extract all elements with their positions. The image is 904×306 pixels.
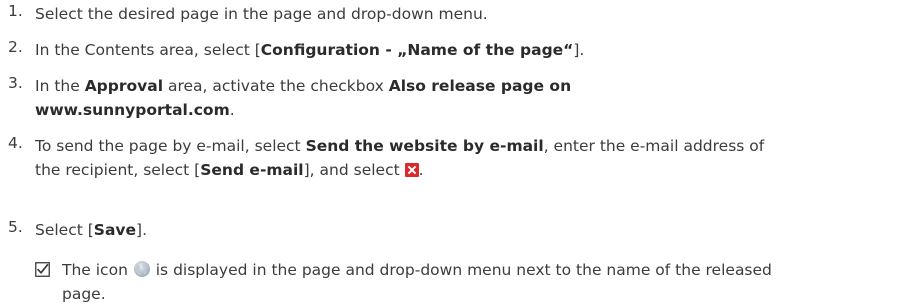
step-5-text-pre: Select [ xyxy=(35,221,94,239)
step-4-line2-pre: the recipient, select [ xyxy=(35,161,201,179)
step-number: 5. xyxy=(8,218,23,236)
approval-area-label: Approval xyxy=(84,77,164,95)
step-text: In the Approval area, activate the check… xyxy=(35,74,895,122)
step-4-line2-mid: ], and select xyxy=(303,161,405,179)
result-text-post: is displayed in the page and drop-down m… xyxy=(150,261,772,279)
step-5-text-post: ]. xyxy=(136,221,148,239)
step-4-text-mid: , enter the e-mail address of xyxy=(543,137,765,155)
step-3-text-pre: In the xyxy=(35,77,85,95)
configuration-menu-label: Configuration - „Name of the page“ xyxy=(260,41,574,59)
send-website-label: Send the website by e-mail xyxy=(305,137,544,155)
sunnyportal-url: www.sunnyportal.com xyxy=(35,101,230,119)
step-text: In the Contents area, select [Configurat… xyxy=(35,38,895,62)
step-text: Select the desired page in the page and … xyxy=(35,2,895,26)
step-2-text-pre: In the Contents area, select [ xyxy=(35,41,261,59)
result-text: The icon is displayed in the page and dr… xyxy=(62,258,902,306)
result-text-pre: The icon xyxy=(62,261,133,279)
step-text: To send the page by e-mail, select Send … xyxy=(35,134,895,182)
globe-icon xyxy=(133,261,150,277)
close-x-icon xyxy=(404,163,419,177)
step-4-line2-post: . xyxy=(418,161,424,179)
step-3-text-post: . xyxy=(229,101,235,119)
step-4-text-pre: To send the page by e-mail, select xyxy=(35,137,306,155)
step-1-text: Select the desired page in the page and … xyxy=(35,5,488,23)
release-checkbox-label: Also release page on xyxy=(388,77,572,95)
step-2-text-post: ]. xyxy=(573,41,585,59)
step-number: 1. xyxy=(8,2,23,20)
result-text-line2: page. xyxy=(62,285,106,303)
step-number: 4. xyxy=(8,134,23,152)
step-3-text-mid: area, activate the checkbox xyxy=(163,77,389,95)
send-email-button-label: Send e-mail xyxy=(200,161,304,179)
checked-box-icon xyxy=(35,262,50,277)
step-number: 2. xyxy=(8,38,23,56)
save-button-label: Save xyxy=(93,221,137,239)
step-number: 3. xyxy=(8,74,23,92)
step-text: Select [Save]. xyxy=(35,218,895,242)
